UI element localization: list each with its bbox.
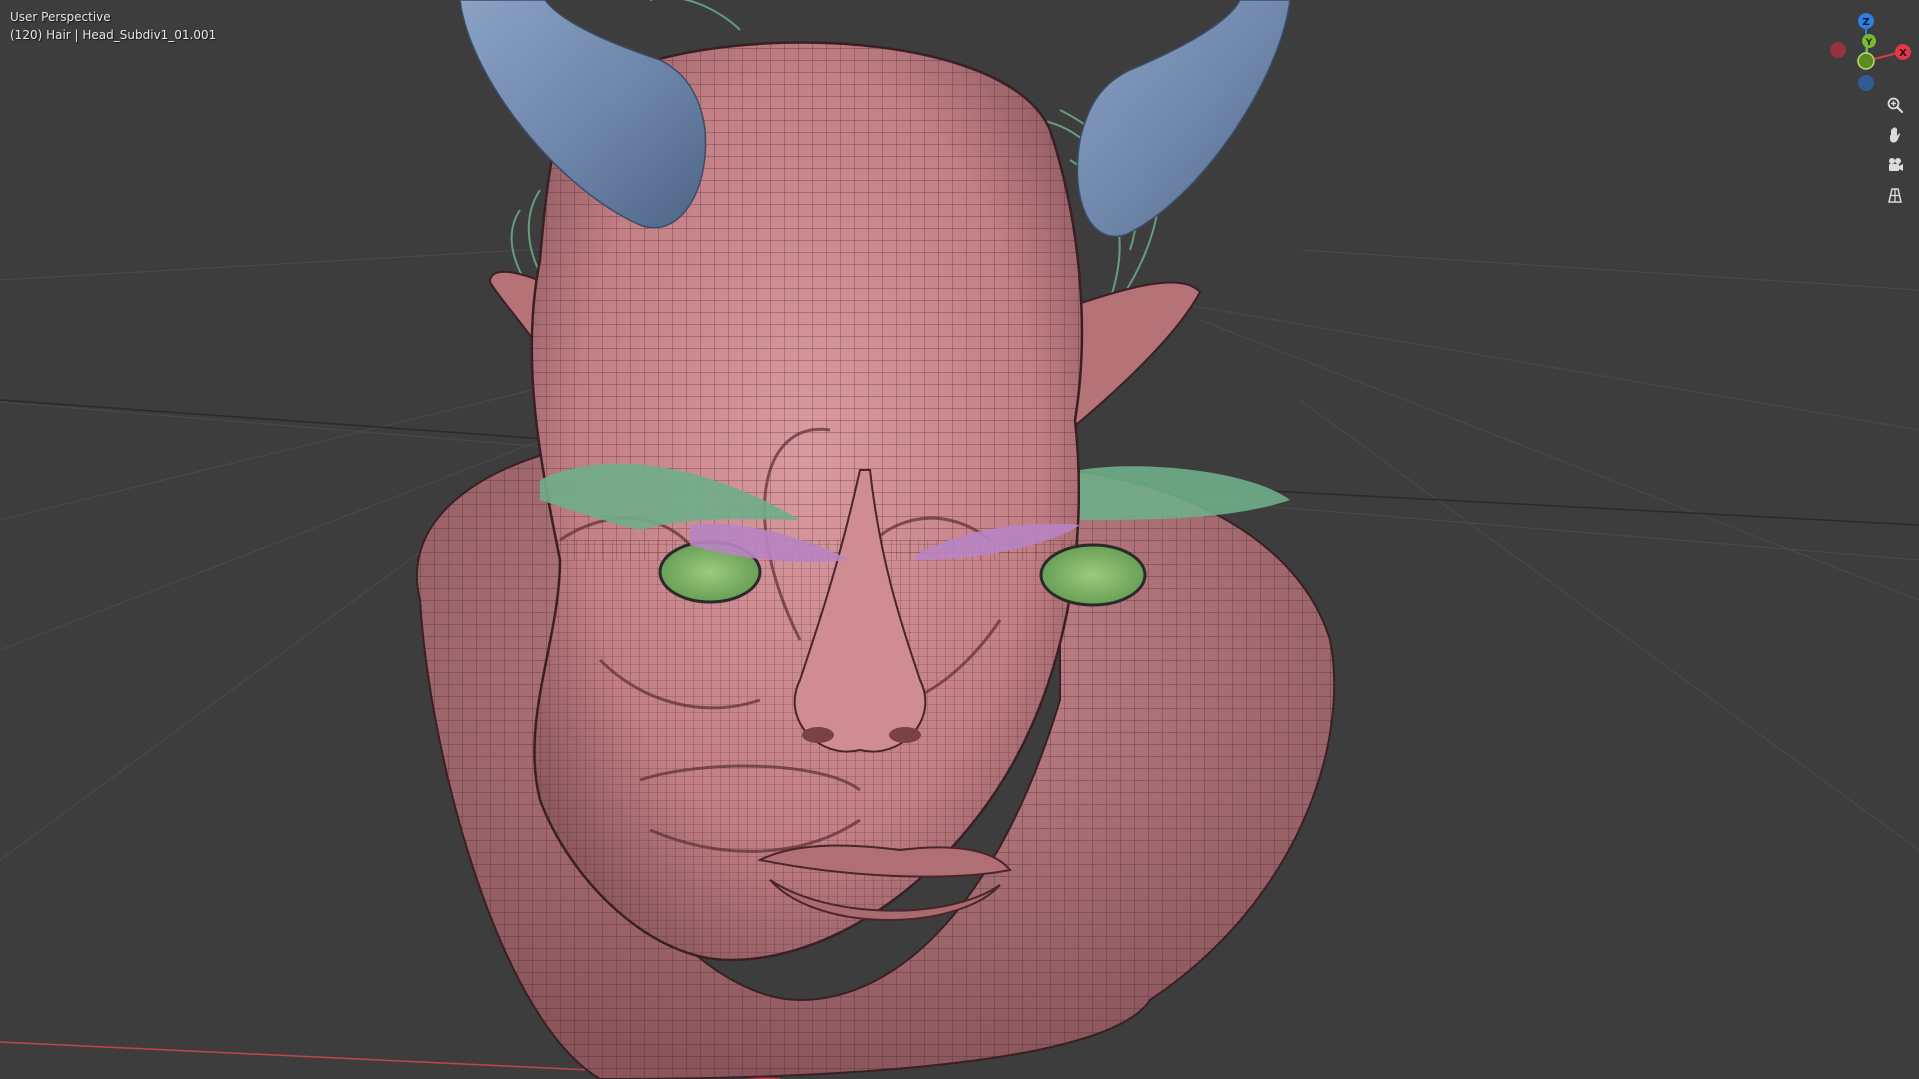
zoom-icon: [1887, 97, 1904, 114]
pan-button[interactable]: [1880, 122, 1910, 148]
gizmo-z-label: Z: [1862, 17, 1869, 28]
pan-hand-icon: [1890, 127, 1901, 143]
3d-viewport[interactable]: User Perspective (120) Hair | Head_Subdi…: [0, 0, 1919, 1079]
gizmo-y-label: Y: [1865, 38, 1873, 48]
right-eye: [1039, 543, 1147, 607]
horizon-line: [0, 399, 561, 441]
camera-icon: [1889, 158, 1903, 171]
right-horn: [1076, 0, 1291, 238]
camera-view-button[interactable]: [1880, 152, 1910, 178]
grid-ortho-icon: [1888, 188, 1902, 203]
gizmo-neg-z-axis[interactable]: [1858, 75, 1874, 91]
ortho-toggle-button[interactable]: [1880, 182, 1910, 208]
right-nostril: [889, 727, 921, 743]
zoom-button[interactable]: [1880, 92, 1910, 118]
viewport-view-name: User Perspective: [10, 10, 111, 24]
navigation-gizmo[interactable]: Z Y X: [1820, 8, 1912, 94]
gizmo-neg-y-axis[interactable]: [1857, 52, 1875, 70]
left-nostril: [802, 727, 834, 743]
viewport-scene[interactable]: [0, 0, 1919, 1079]
gizmo-x-label: X: [1899, 48, 1907, 59]
gizmo-neg-x-axis[interactable]: [1830, 42, 1846, 58]
viewport-object-info: (120) Hair | Head_Subdiv1_01.001: [10, 28, 217, 42]
right-eyebrow: [1080, 466, 1290, 520]
